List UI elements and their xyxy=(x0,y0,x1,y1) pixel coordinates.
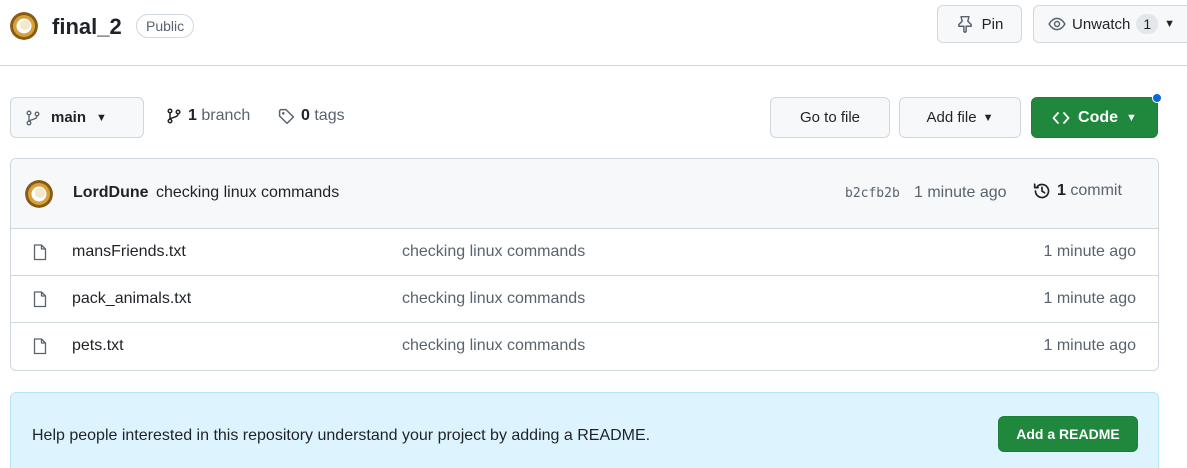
unwatch-label: Unwatch xyxy=(1072,15,1131,33)
branch-name: main xyxy=(51,109,87,126)
readme-prompt-text: Help people interested in this repositor… xyxy=(32,427,651,444)
table-row[interactable]: pets.txt checking linux commands 1 minut… xyxy=(11,323,1158,370)
tag-count: 0 xyxy=(301,107,310,124)
notification-dot xyxy=(1152,93,1162,103)
tag-icon xyxy=(278,108,295,124)
file-icon xyxy=(33,338,47,355)
file-commit-message[interactable]: checking linux commands xyxy=(402,337,585,355)
add-file-button[interactable]: Add file ▼ xyxy=(899,97,1021,138)
file-list: LordDune checking linux commands b2cfb2b… xyxy=(10,158,1159,371)
code-button[interactable]: Code ▼ xyxy=(1031,97,1158,138)
branches-link[interactable]: 1 branch xyxy=(166,107,250,125)
file-name[interactable]: pack_animals.txt xyxy=(72,290,191,308)
repo-owner-avatar[interactable] xyxy=(10,12,38,40)
history-icon xyxy=(1033,183,1050,199)
chevron-down-icon: ▼ xyxy=(96,111,107,124)
code-icon xyxy=(1052,111,1070,124)
unwatch-button[interactable]: Unwatch 1 ▼ xyxy=(1033,5,1187,43)
avatar[interactable] xyxy=(25,180,53,208)
repo-header: final_2 Public Pin Unwatch 1 ▼ xyxy=(0,0,1187,66)
visibility-badge: Public xyxy=(136,14,195,38)
file-commit-message[interactable]: checking linux commands xyxy=(402,290,585,308)
file-commit-time: 1 minute ago xyxy=(1043,337,1136,354)
file-icon xyxy=(33,244,47,261)
chevron-down-icon: ▼ xyxy=(1126,111,1137,124)
file-name[interactable]: pets.txt xyxy=(72,337,124,355)
code-label: Code xyxy=(1078,108,1119,126)
branch-word: branch xyxy=(201,107,251,124)
commit-author[interactable]: LordDune xyxy=(73,184,149,202)
branch-count: 1 xyxy=(188,107,197,124)
commit-sha[interactable]: b2cfb2b xyxy=(845,186,900,201)
add-readme-button[interactable]: Add a README xyxy=(998,416,1138,452)
branch-select-button[interactable]: main ▼ xyxy=(10,97,144,138)
tag-word: tags xyxy=(314,107,345,124)
file-commit-time: 1 minute ago xyxy=(1043,243,1136,260)
commit-message[interactable]: checking linux commands xyxy=(156,184,339,202)
pin-label: Pin xyxy=(981,15,1004,33)
chevron-down-icon: ▼ xyxy=(1164,18,1176,30)
pin-icon xyxy=(957,15,972,33)
commit-count: 1 xyxy=(1057,182,1066,199)
add-file-label: Add file xyxy=(926,109,977,126)
table-row[interactable]: mansFriends.txt checking linux commands … xyxy=(11,229,1158,276)
watch-count: 1 xyxy=(1136,14,1159,34)
go-to-file-button[interactable]: Go to file xyxy=(770,97,890,138)
pin-button[interactable]: Pin xyxy=(937,5,1022,43)
tags-link[interactable]: 0 tags xyxy=(278,107,345,125)
file-commit-message[interactable]: checking linux commands xyxy=(402,243,585,261)
latest-commit-row: LordDune checking linux commands b2cfb2b… xyxy=(11,159,1158,229)
table-row[interactable]: pack_animals.txt checking linux commands… xyxy=(11,276,1158,323)
chevron-down-icon: ▼ xyxy=(982,111,994,124)
git-branch-icon xyxy=(26,110,40,125)
readme-banner: Help people interested in this repositor… xyxy=(10,392,1159,468)
commit-time: 1 minute ago xyxy=(914,184,1007,201)
file-icon xyxy=(33,291,47,308)
commits-link[interactable]: 1 commit xyxy=(1033,182,1122,200)
eye-icon xyxy=(1048,17,1066,31)
file-commit-time: 1 minute ago xyxy=(1043,290,1136,307)
file-name[interactable]: mansFriends.txt xyxy=(72,243,186,261)
git-branch-icon xyxy=(167,108,181,124)
commit-count-word: commit xyxy=(1070,182,1122,199)
repo-name[interactable]: final_2 xyxy=(52,12,122,42)
